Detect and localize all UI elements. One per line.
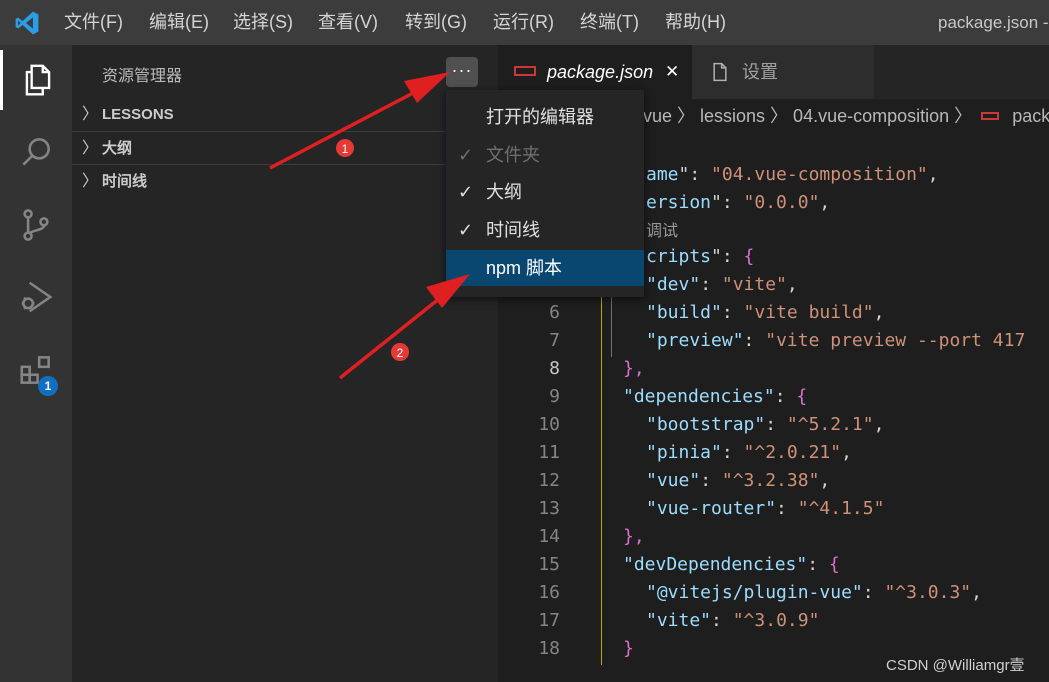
section-label: 大纲: [102, 140, 133, 157]
activity-bar: 1: [0, 45, 72, 682]
check-icon: ✓: [458, 220, 474, 240]
section-timeline[interactable]: 〉 时间线: [72, 164, 498, 197]
code-text: "vue-router": "^4.1.5": [646, 498, 885, 519]
code-line[interactable]: 8},: [498, 355, 1049, 383]
section-outline[interactable]: 〉 大纲: [72, 131, 498, 164]
code-line[interactable]: 6 "build": "vite build",: [498, 299, 1049, 327]
code-line[interactable]: 11 "pinia": "^2.0.21",: [498, 439, 1049, 467]
code-line[interactable]: 10 "bootstrap": "^5.2.1",: [498, 411, 1049, 439]
code-text: }: [623, 638, 634, 659]
code-line[interactable]: 13 "vue-router": "^4.1.5": [498, 495, 1049, 523]
chevron-right-icon: 〉: [82, 106, 99, 123]
code-text: cripts": {: [646, 246, 755, 267]
code-text: },: [623, 526, 645, 547]
line-number: 18: [538, 638, 560, 659]
section-label: LESSONS: [102, 106, 174, 123]
line-number: 7: [549, 330, 560, 351]
code-text: "vite": "^3.0.9": [646, 610, 820, 631]
watermark: CSDN @Williamgr壹: [886, 657, 1025, 674]
menu-help[interactable]: 帮助(H): [665, 0, 726, 45]
tab-label: package.json: [547, 62, 654, 82]
code-line[interactable]: 14},: [498, 523, 1049, 551]
code-text: "build": "vite build",: [646, 302, 885, 323]
code-text: "bootstrap": "^5.2.1",: [646, 414, 885, 435]
line-number: 9: [549, 386, 560, 407]
line-number: 6: [549, 302, 560, 323]
source-control-icon[interactable]: [0, 195, 72, 255]
menu-item-open-editors[interactable]: 打开的编辑器: [446, 99, 644, 135]
breadcrumb-file[interactable]: pack: [1012, 106, 1049, 126]
menu-item-outline[interactable]: ✓ 大纲: [446, 174, 644, 210]
menu-edit[interactable]: 编辑(E): [149, 0, 209, 45]
line-number: 17: [538, 610, 560, 631]
tab-label: 设置: [742, 62, 778, 82]
menu-item-timeline[interactable]: ✓ 时间线: [446, 212, 644, 248]
code-text: "dev": "vite",: [646, 274, 798, 295]
menu-view[interactable]: 查看(V): [318, 0, 378, 45]
code-text: "pinia": "^2.0.21",: [646, 442, 852, 463]
search-icon[interactable]: [0, 122, 72, 182]
tab-settings[interactable]: 设置: [692, 45, 874, 99]
npm-file-icon: [981, 112, 1000, 120]
chevron-right-icon: 〉: [82, 173, 99, 190]
sidebar-title: 资源管理器: [102, 68, 183, 85]
line-number: 16: [538, 582, 560, 603]
file-icon: [713, 62, 727, 82]
code-line[interactable]: 7 "preview": "vite preview --port 417: [498, 327, 1049, 355]
code-text: "dependencies": {: [623, 386, 808, 407]
section-label: 时间线: [102, 173, 148, 190]
code-text: "@vitejs/plugin-vue": "^3.0.3",: [646, 582, 982, 603]
menu-item-label: 大纲: [486, 182, 522, 202]
code-text: "vue": "^3.2.38",: [646, 470, 831, 491]
explorer-sidebar: 资源管理器 ··· 〉 LESSONS 〉 大纲 〉 时间线: [72, 45, 498, 682]
close-icon[interactable]: ✕: [665, 45, 679, 99]
code-line[interactable]: 16 "@vitejs/plugin-vue": "^3.0.3",: [498, 579, 1049, 607]
line-number: 8: [549, 358, 560, 379]
codelens-hint[interactable]: 调试: [646, 217, 678, 241]
code-text: ersion": "0.0.0",: [646, 192, 831, 213]
menu-file[interactable]: 文件(F): [64, 0, 123, 45]
chevron-right-icon: 〉: [82, 140, 99, 157]
line-number: 13: [538, 498, 560, 519]
code-text: ame": "04.vue-composition",: [646, 164, 939, 185]
window-title: package.json -: [938, 13, 1049, 32]
code-line[interactable]: 17 "vite": "^3.0.9": [498, 607, 1049, 635]
breadcrumb-path[interactable]: vue 〉 lessions 〉 04.vue-composition 〉: [643, 106, 972, 126]
check-icon: ✓: [458, 182, 474, 202]
line-number: 14: [538, 526, 560, 547]
views-context-menu: 打开的编辑器 ✓ 文件夹 ✓ 大纲 ✓ 时间线 npm 脚本: [446, 90, 644, 297]
run-debug-icon[interactable]: [0, 267, 72, 327]
line-number: 12: [538, 470, 560, 491]
code-text: "preview": "vite preview --port 417: [646, 330, 1026, 351]
check-icon: ✓: [458, 145, 474, 165]
explorer-icon[interactable]: [0, 50, 72, 110]
npm-file-icon: [514, 66, 536, 76]
title-bar: 文件(F) 编辑(E) 选择(S) 查看(V) 转到(G) 运行(R) 终端(T…: [0, 0, 1049, 45]
code-text: "devDependencies": {: [623, 554, 840, 575]
menu-item-label: 打开的编辑器: [486, 107, 594, 127]
vscode-logo-icon: [15, 11, 39, 35]
menu-item-label: npm 脚本: [486, 258, 563, 278]
code-line[interactable]: 15 "devDependencies": {: [498, 551, 1049, 579]
line-number: 11: [538, 442, 560, 463]
menu-terminal[interactable]: 终端(T): [580, 0, 639, 45]
menu-item-folders[interactable]: ✓ 文件夹: [446, 137, 644, 173]
extensions-badge: 1: [38, 376, 58, 396]
more-actions-button[interactable]: ···: [446, 57, 478, 87]
menu-item-label: 文件夹: [486, 145, 540, 165]
code-line[interactable]: 12 "vue": "^3.2.38",: [498, 467, 1049, 495]
line-number: 15: [538, 554, 560, 575]
menu-selection[interactable]: 选择(S): [233, 0, 293, 45]
code-text: },: [623, 358, 645, 379]
menu-run[interactable]: 运行(R): [493, 0, 554, 45]
menu-go[interactable]: 转到(G): [405, 0, 467, 45]
extensions-icon[interactable]: 1: [0, 340, 72, 400]
section-lessons[interactable]: 〉 LESSONS: [72, 98, 498, 131]
line-number: 10: [538, 414, 560, 435]
code-line[interactable]: 9 "dependencies": {: [498, 383, 1049, 411]
menu-item-npm-scripts[interactable]: npm 脚本: [446, 250, 644, 286]
menu-item-label: 时间线: [486, 220, 540, 240]
